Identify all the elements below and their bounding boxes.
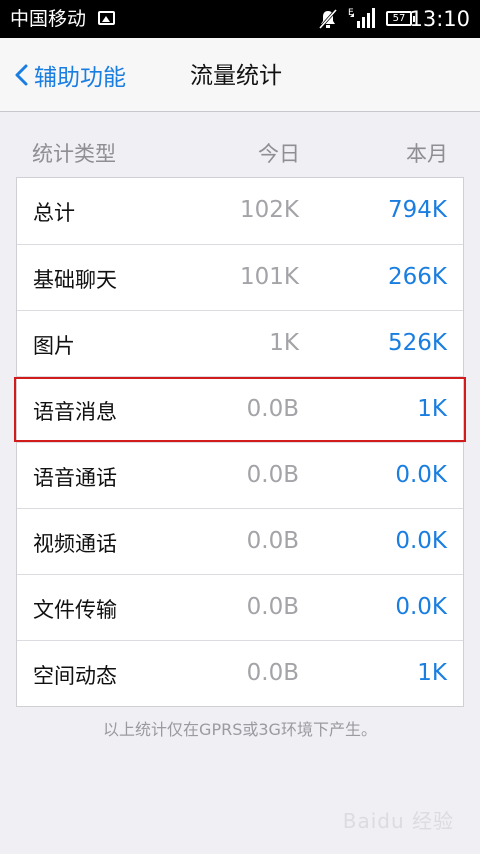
traffic-table: 总计 102K 794K 基础聊天 101K 266K 图片 1K 526K 语… [14,177,466,707]
table-row: 视频通话 0.0B 0.0K [17,508,463,574]
table-row-highlighted: 语音消息 0.0B 1K [14,376,466,442]
row-month-value: 1K [417,396,447,422]
page-title: 流量统计 [190,63,282,89]
table-row: 图片 1K 526K [17,310,463,376]
header-today: 今日 [258,142,300,166]
row-month-value: 0.0K [395,594,447,620]
footnote: 以上统计仅在GPRS或3G环境下产生。 [103,720,377,739]
row-label: 空间动态 [33,664,117,688]
carrier-name: 中国移动 [10,8,87,30]
header-month: 本月 [406,142,448,166]
back-button-label: 辅助功能 [34,65,126,91]
row-today-value: 0.0B [246,594,299,620]
row-month-value: 794K [388,197,447,223]
header-type: 统计类型 [32,142,116,166]
row-month-value: 0.0K [395,528,447,554]
watermark-logo: Baidu 经验 [342,809,454,833]
table-row: 文件传输 0.0B 0.0K [17,574,463,640]
row-today-value: 0.0B [246,660,299,686]
battery-icon: 57 [386,11,415,26]
row-today-value: 0.0B [246,396,299,422]
row-month-value: 0.0K [395,462,447,488]
table-header: 统计类型 今日 本月 [16,134,464,170]
clock: 13:10 [409,7,470,31]
row-month-value: 1K [417,660,447,686]
row-today-value: 101K [240,264,299,290]
table-row: 空间动态 0.0B 1K [17,640,463,706]
mute-icon [318,9,338,29]
navigation-bar: 辅助功能 流量统计 [0,38,480,112]
row-label: 视频通话 [33,532,117,556]
row-label: 文件传输 [33,598,117,622]
row-label: 图片 [33,334,75,358]
row-today-value: 0.0B [246,462,299,488]
chevron-left-icon [15,64,28,86]
signal-icon: E [348,8,375,28]
row-month-value: 266K [388,264,447,290]
status-bar: 中国移动 E 57 13:10 [0,0,480,38]
row-month-value: 526K [388,330,447,356]
row-today-value: 102K [240,197,299,223]
back-button[interactable]: 辅助功能 [14,57,126,93]
table-row: 语音通话 0.0B 0.0K [17,442,463,508]
table-row: 基础聊天 101K 266K [17,244,463,310]
row-today-value: 0.0B [246,528,299,554]
row-today-value: 1K [269,330,299,356]
image-notification-icon [98,11,115,25]
row-label: 总计 [33,201,75,225]
row-label: 语音消息 [33,400,117,424]
row-label: 语音通话 [33,466,117,490]
table-row: 总计 102K 794K [17,178,463,244]
row-label: 基础聊天 [33,268,117,292]
